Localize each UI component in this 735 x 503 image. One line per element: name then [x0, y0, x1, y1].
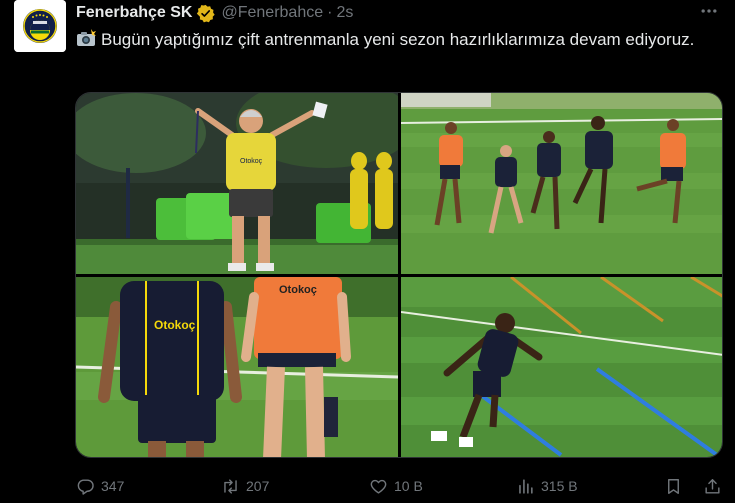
like-count: 10 B: [394, 478, 423, 494]
bookmark-icon: [668, 478, 679, 494]
tweet-timestamp[interactable]: 2s: [336, 4, 353, 22]
svg-text:Otokoç: Otokoç: [154, 318, 196, 332]
players-walking-photo[interactable]: Otokoç Otokoç: [76, 277, 398, 457]
views-button[interactable]: 315 B: [516, 474, 578, 498]
separator-dot: ·: [327, 4, 333, 21]
reply-icon: [77, 478, 94, 495]
author-handle[interactable]: @Fenerbahce: [221, 4, 323, 22]
views-count: 315 B: [541, 478, 578, 494]
like-button[interactable]: 10 B: [369, 474, 423, 498]
reply-button[interactable]: 347: [76, 474, 124, 498]
tweet-action-bar: 347 207 10 B 315 B: [76, 474, 721, 498]
author-avatar[interactable]: [14, 0, 66, 52]
player-agility-drill-photo[interactable]: [401, 277, 722, 457]
tweet-header: Fenerbahçe SK @Fenerbahce · 2s: [76, 3, 353, 23]
svg-text:Otokoç: Otokoç: [240, 158, 263, 165]
verified-badge-icon[interactable]: [196, 4, 216, 23]
players-running-photo[interactable]: [401, 93, 722, 274]
repost-count: 207: [246, 478, 270, 494]
tweet-body-text: Bugün yaptığımız çift antrenmanla yeni s…: [101, 30, 695, 49]
svg-text:Otokoç: Otokoç: [279, 284, 317, 296]
camera-flash-icon: [76, 29, 96, 47]
repost-button[interactable]: 207: [221, 474, 269, 498]
author-name[interactable]: Fenerbahçe SK: [76, 4, 192, 22]
share-button[interactable]: [703, 474, 728, 498]
bookmark-button[interactable]: [664, 474, 689, 498]
heart-icon: [370, 479, 387, 494]
fenerbahce-logo-icon: [14, 0, 66, 52]
coach-training-photo[interactable]: Otokoç: [76, 93, 398, 274]
views-chart-icon: [519, 478, 533, 494]
repost-icon: [224, 478, 237, 494]
reply-count: 347: [101, 478, 125, 494]
more-options-icon[interactable]: [697, 1, 721, 21]
share-icon: [705, 478, 720, 494]
media-grid: Otokoç Otokoç Otokoç: [75, 92, 723, 458]
tweet-text: Bugün yaptığımız çift antrenmanla yeni s…: [76, 28, 721, 52]
